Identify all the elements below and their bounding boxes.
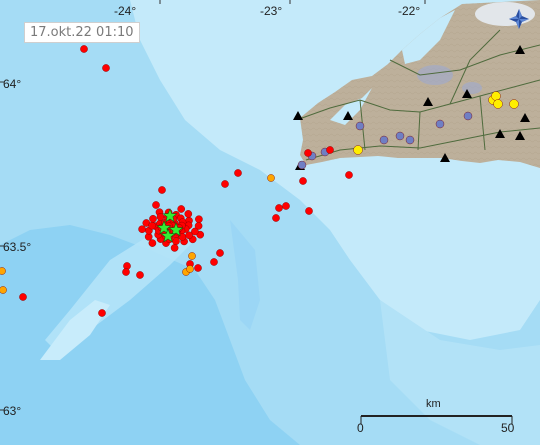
- seismic-station-marker: [463, 111, 473, 121]
- earthquake-marker: [148, 239, 157, 247]
- earthquake-marker: [275, 204, 283, 212]
- seismic-station-marker: [379, 135, 389, 145]
- earthquake-marker: [149, 214, 157, 223]
- earthquake-marker-older: [188, 252, 196, 260]
- earthquake-marker: [98, 309, 106, 317]
- earthquake-marker-older: [186, 265, 194, 273]
- earthquake-marker-older: [0, 267, 6, 275]
- seismic-station-marker: [355, 121, 365, 131]
- latitude-label: 64°: [3, 77, 22, 91]
- earthquake-marker: [282, 202, 290, 210]
- latitude-label: 63.5°: [3, 240, 32, 254]
- earthquake-marker: [102, 64, 110, 72]
- earthquake-marker: [234, 169, 242, 177]
- glacier: [475, 2, 535, 26]
- earthquake-marker: [185, 231, 193, 240]
- earthquake-marker: [177, 205, 185, 213]
- earthquake-marker: [326, 146, 334, 154]
- latitude-label: 63°: [3, 404, 22, 418]
- gps-station-marker: [353, 145, 363, 155]
- earthquake-marker: [152, 201, 160, 209]
- seismic-station-marker: [435, 119, 445, 129]
- scale-start-label: 0: [357, 421, 364, 435]
- longitude-label: -22°: [398, 4, 421, 18]
- longitude-label: -23°: [260, 4, 283, 18]
- earthquake-map: 17.okt.22 01:10 -24° -23° -22° 64° 63.5°…: [0, 0, 540, 445]
- earthquake-marker: [138, 225, 146, 233]
- earthquake-marker: [156, 213, 165, 221]
- timestamp-label: 17.okt.22 01:10: [24, 22, 140, 43]
- earthquake-marker: [158, 186, 166, 194]
- earthquake-marker: [272, 214, 280, 222]
- earthquake-marker: [172, 237, 180, 245]
- scale-end-label: 50: [501, 421, 515, 435]
- earthquake-marker: [148, 221, 156, 230]
- seismic-station-marker: [395, 131, 405, 141]
- earthquake-marker: [136, 271, 144, 279]
- earthquake-marker: [19, 293, 27, 301]
- earthquake-marker-older: [0, 286, 7, 294]
- gps-station-marker: [509, 99, 519, 109]
- gps-station-marker: [491, 91, 501, 101]
- earthquake-marker: [80, 45, 88, 53]
- earthquake-marker: [195, 215, 203, 223]
- earthquake-marker: [216, 249, 224, 257]
- earthquake-marker: [299, 177, 307, 185]
- lake: [462, 82, 482, 94]
- earthquake-marker: [345, 171, 353, 179]
- earthquake-marker-older: [267, 174, 275, 182]
- scale-unit-label: km: [426, 398, 441, 410]
- earthquake-marker: [221, 180, 229, 188]
- earthquake-marker: [304, 149, 312, 157]
- seismic-station-marker: [297, 160, 307, 170]
- earthquake-marker: [210, 258, 218, 266]
- seismic-station-marker: [405, 135, 415, 145]
- map-canvas: [0, 0, 540, 445]
- longitude-label: -24°: [114, 4, 137, 18]
- earthquake-marker: [170, 244, 179, 252]
- earthquake-marker: [194, 264, 202, 272]
- earthquake-marker: [184, 210, 193, 218]
- gps-station-marker: [493, 99, 503, 109]
- earthquake-marker: [305, 207, 313, 215]
- earthquake-marker: [122, 268, 130, 276]
